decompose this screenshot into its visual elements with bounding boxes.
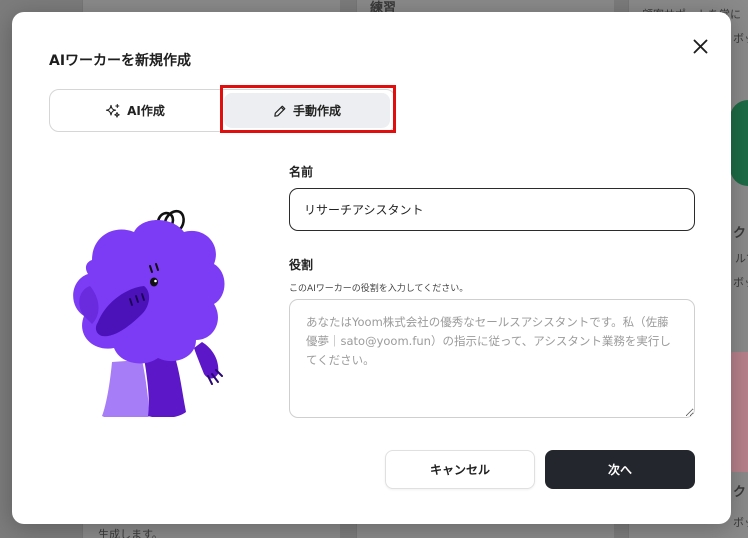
- next-button[interactable]: 次へ: [545, 450, 695, 489]
- background-text: ルで: [735, 252, 748, 265]
- modal-title: AIワーカーを新規作成: [49, 53, 192, 69]
- tab-manual-create-label: 手動作成: [292, 104, 341, 118]
- tab-ai-create[interactable]: AI作成: [53, 93, 217, 128]
- cancel-button[interactable]: キャンセル: [385, 450, 535, 489]
- tab-ai-create-label: AI作成: [127, 104, 165, 118]
- role-label: 役割: [289, 258, 314, 272]
- background-card-image: [730, 100, 748, 186]
- background-text: ボッ: [733, 276, 748, 289]
- background-text: ク: [733, 226, 747, 241]
- background-text: ク: [733, 485, 747, 500]
- pencil-icon: [274, 105, 286, 117]
- create-ai-worker-modal: AIワーカーを新規作成 AI作成 手動作成 名前 リサーチアシスタント 役割 こ…: [12, 12, 731, 524]
- role-textarea[interactable]: [289, 299, 695, 418]
- name-input[interactable]: [289, 188, 695, 231]
- name-label: 名前: [289, 165, 314, 179]
- role-help-text: このAIワーカーの役割を入力してください。: [289, 284, 469, 294]
- background-text: 生成します。: [98, 528, 163, 538]
- close-icon: [693, 39, 707, 53]
- background-text: ボッ: [733, 516, 748, 529]
- sparkle-icon: [106, 103, 120, 118]
- creation-mode-tabs: AI作成 手動作成: [49, 89, 396, 132]
- mascot-illustration: [73, 209, 225, 417]
- background-text: ボット: [733, 32, 748, 45]
- tab-manual-create[interactable]: 手動作成: [224, 93, 390, 128]
- close-button[interactable]: [688, 34, 712, 58]
